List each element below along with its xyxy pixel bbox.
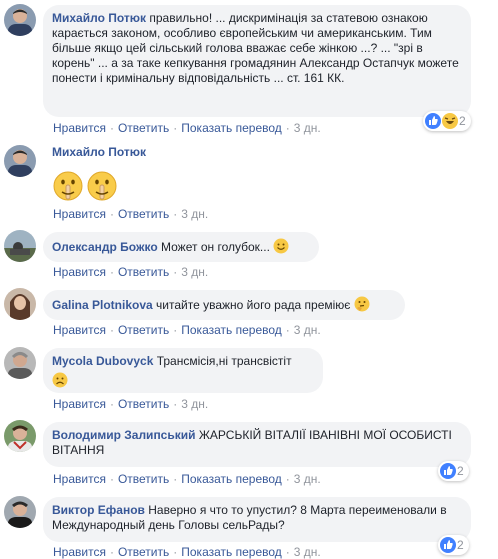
separator: ·: [173, 323, 178, 337]
like-icon: [440, 463, 456, 479]
separator: ·: [109, 545, 114, 559]
reply-link[interactable]: Ответить: [118, 265, 169, 279]
reaction-summary[interactable]: 2: [438, 535, 469, 555]
timestamp[interactable]: 3 дн.: [294, 323, 321, 337]
translate-link[interactable]: Показать перевод: [181, 323, 282, 337]
comment-bubble: Олександр Божко Может он голубок...: [43, 232, 319, 262]
comment-author[interactable]: Володимир Залипський: [52, 428, 196, 442]
comment-author[interactable]: Mycola Dubovyck: [52, 354, 153, 368]
avatar[interactable]: [4, 145, 36, 177]
separator: ·: [109, 323, 114, 337]
comment-actions: Нравится · Ответить · Показать перевод · 3 дн.: [53, 121, 321, 135]
timestamp[interactable]: 3 дн.: [181, 207, 208, 221]
reaction-summary[interactable]: 2: [438, 461, 469, 481]
comment-actions: Нравится · Ответить · 3 дн.: [53, 265, 208, 279]
comment-bubble: Galina Plotnikova читайте уважно його ра…: [43, 290, 405, 320]
slight-smile-icon: [273, 238, 289, 254]
avatar[interactable]: [4, 4, 36, 36]
like-link[interactable]: Нравится: [53, 323, 106, 337]
comment-actions: Нравится · Ответить · Показать перевод · 3 дн.: [53, 545, 321, 559]
comment-author[interactable]: Galina Plotnikova: [52, 298, 153, 312]
separator: ·: [109, 207, 114, 221]
haha-icon: [442, 113, 458, 129]
avatar[interactable]: [4, 288, 36, 320]
shushing-face-icon: [53, 171, 83, 201]
translate-link[interactable]: Показать перевод: [181, 121, 282, 135]
comment-author[interactable]: Михайло Потюк: [52, 11, 146, 25]
reaction-count: 2: [457, 538, 464, 552]
comment-author[interactable]: Олександр Божко: [52, 240, 158, 254]
separator: ·: [173, 472, 178, 486]
timestamp[interactable]: 3 дн.: [294, 545, 321, 559]
timestamp[interactable]: 3 дн.: [294, 472, 321, 486]
comment-actions: Нравится · Ответить · Показать перевод · 3 дн.: [53, 472, 321, 486]
reaction-count: 2: [457, 464, 464, 478]
reply-link[interactable]: Ответить: [118, 207, 169, 221]
comment-actions: Нравится · Ответить · 3 дн.: [53, 207, 208, 221]
avatar[interactable]: [4, 347, 36, 379]
separator: ·: [109, 121, 114, 135]
separator: ·: [173, 397, 178, 411]
translate-link[interactable]: Показать перевод: [181, 545, 282, 559]
like-link[interactable]: Нравится: [53, 207, 106, 221]
timestamp[interactable]: 3 дн.: [181, 265, 208, 279]
separator: ·: [173, 207, 178, 221]
thinking-face-icon: [354, 296, 370, 312]
separator: ·: [285, 545, 290, 559]
separator: ·: [109, 265, 114, 279]
comment-text: читайте уважно його рада преміює: [156, 298, 351, 312]
comment-bubble: Виктор Ефанов Наверно я что то упустил? …: [43, 497, 471, 542]
separator: ·: [285, 472, 290, 486]
separator: ·: [109, 397, 114, 411]
separator: ·: [285, 121, 290, 135]
frowning-face-icon: [52, 372, 68, 388]
like-link[interactable]: Нравится: [53, 265, 106, 279]
like-link[interactable]: Нравится: [53, 545, 106, 559]
reply-link[interactable]: Ответить: [118, 397, 169, 411]
comment-bubble: Михайло Потюк: [52, 145, 252, 205]
timestamp[interactable]: 3 дн.: [294, 121, 321, 135]
separator: ·: [173, 545, 178, 559]
comment-bubble: Володимир Залипський ЖАРСЬКІЙ ВІТАЛІЇ ІВ…: [43, 422, 471, 467]
timestamp[interactable]: 3 дн.: [181, 397, 208, 411]
separator: ·: [173, 121, 178, 135]
comment-bubble: Михайло Потюк правильно! ... дискримінац…: [43, 5, 471, 117]
translate-link[interactable]: Показать перевод: [181, 472, 282, 486]
comment-bubble: Mycola Dubovyck Трансмісія,ні трансвісті…: [43, 348, 323, 393]
avatar[interactable]: [4, 230, 36, 262]
like-link[interactable]: Нравится: [53, 121, 106, 135]
reply-link[interactable]: Ответить: [118, 121, 169, 135]
reply-link[interactable]: Ответить: [118, 323, 169, 337]
reply-link[interactable]: Ответить: [118, 472, 169, 486]
comment-author[interactable]: Михайло Потюк: [52, 145, 252, 160]
reaction-summary[interactable]: 2: [423, 111, 471, 131]
avatar[interactable]: [4, 496, 36, 528]
comment-text: Может он голубок...: [161, 240, 270, 254]
avatar[interactable]: [4, 420, 36, 452]
comment-text: Трансмісія,ні трансвістіт: [156, 354, 292, 368]
separator: ·: [285, 323, 290, 337]
comment-author[interactable]: Виктор Ефанов: [52, 503, 145, 517]
comment-actions: Нравится · Ответить · 3 дн.: [53, 397, 208, 411]
comment-actions: Нравится · Ответить · Показать перевод · 3 дн.: [53, 323, 321, 337]
reply-link[interactable]: Ответить: [118, 545, 169, 559]
separator: ·: [109, 472, 114, 486]
like-icon: [440, 537, 456, 553]
shushing-face-icon: [87, 171, 117, 201]
reaction-count: 2: [459, 114, 466, 128]
like-link[interactable]: Нравится: [53, 397, 106, 411]
separator: ·: [173, 265, 178, 279]
like-icon: [425, 113, 441, 129]
like-link[interactable]: Нравится: [53, 472, 106, 486]
